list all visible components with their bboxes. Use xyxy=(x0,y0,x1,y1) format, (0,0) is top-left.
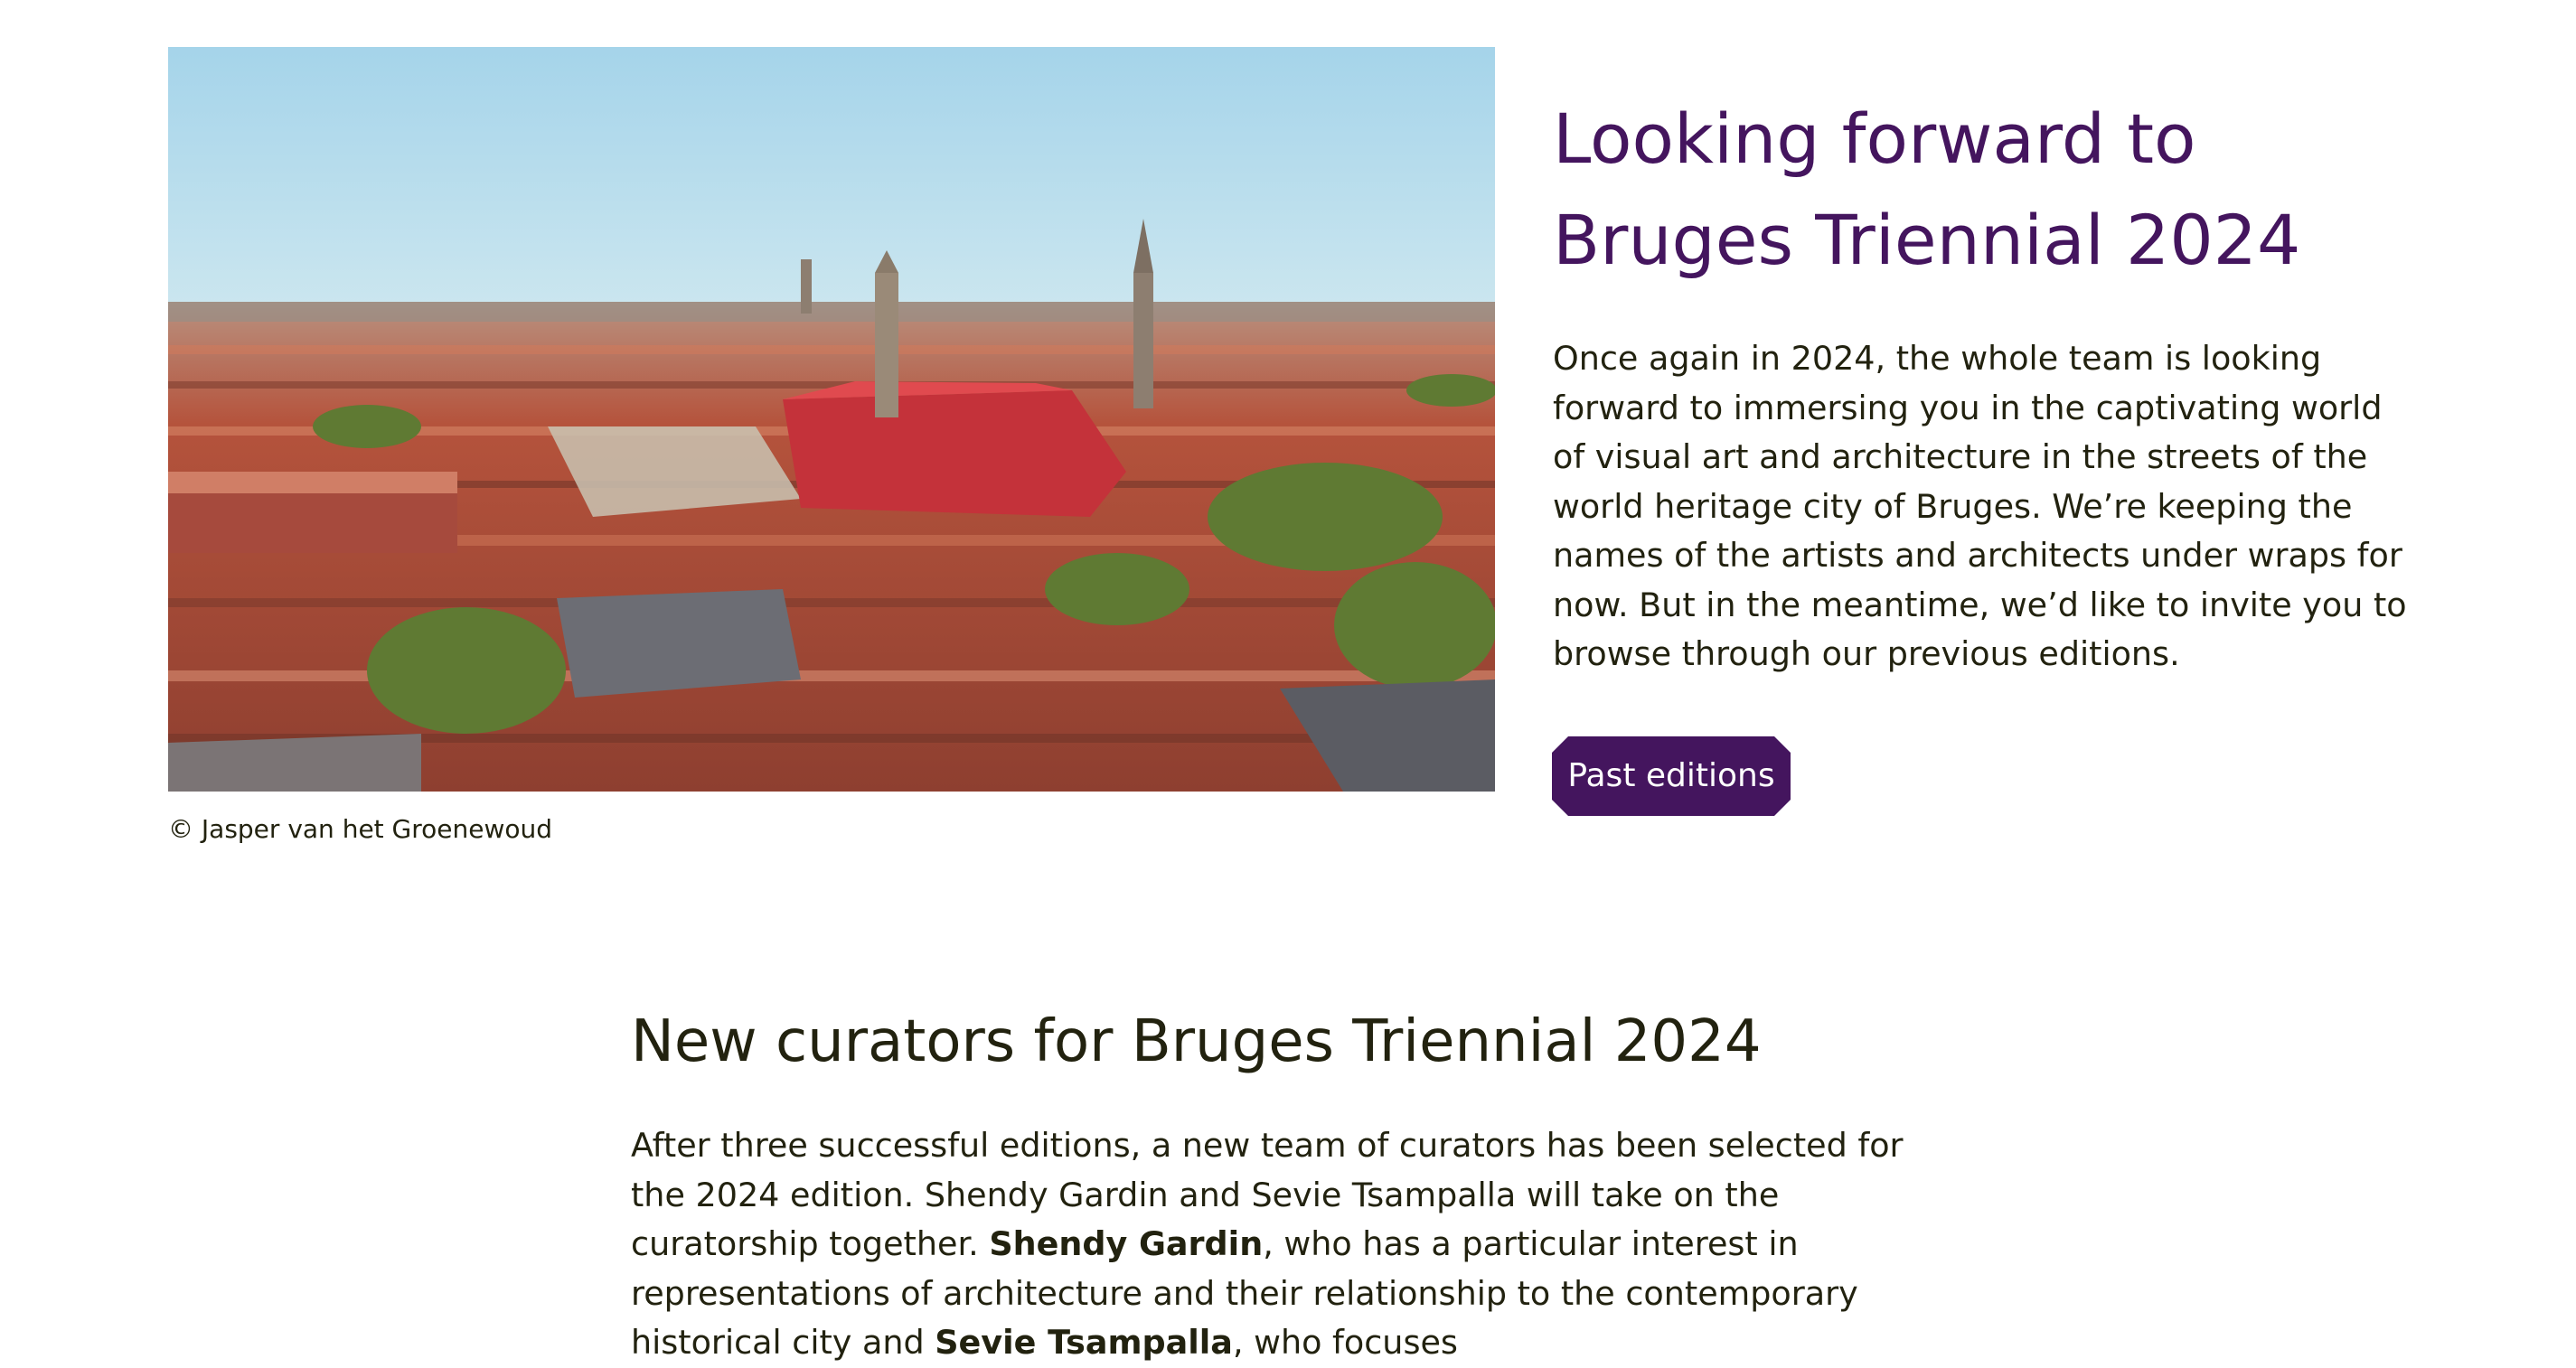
curators-section-text: After three successful editions, a new t… xyxy=(631,1121,1951,1368)
past-editions-button[interactable]: Past editions xyxy=(1552,736,1791,816)
hero-photo-bruges-aerial xyxy=(168,47,1495,792)
curators-section-title: New curators for Bruges Triennial 2024 xyxy=(631,1008,1762,1075)
photo-credit: © Jasper van het Groenewoud xyxy=(168,814,553,844)
curator-name-shendy: Shendy Gardin xyxy=(989,1224,1264,1263)
hero-title: Looking forward to Bruges Triennial 2024 xyxy=(1553,98,2301,280)
curator2-description: , who focuses xyxy=(1232,1323,1458,1362)
hero-description: Once again in 2024, the whole team is lo… xyxy=(1553,339,2407,673)
aerial-city-illustration xyxy=(168,47,1495,792)
curator-name-sevie: Sevie Tsampalla xyxy=(935,1323,1233,1362)
